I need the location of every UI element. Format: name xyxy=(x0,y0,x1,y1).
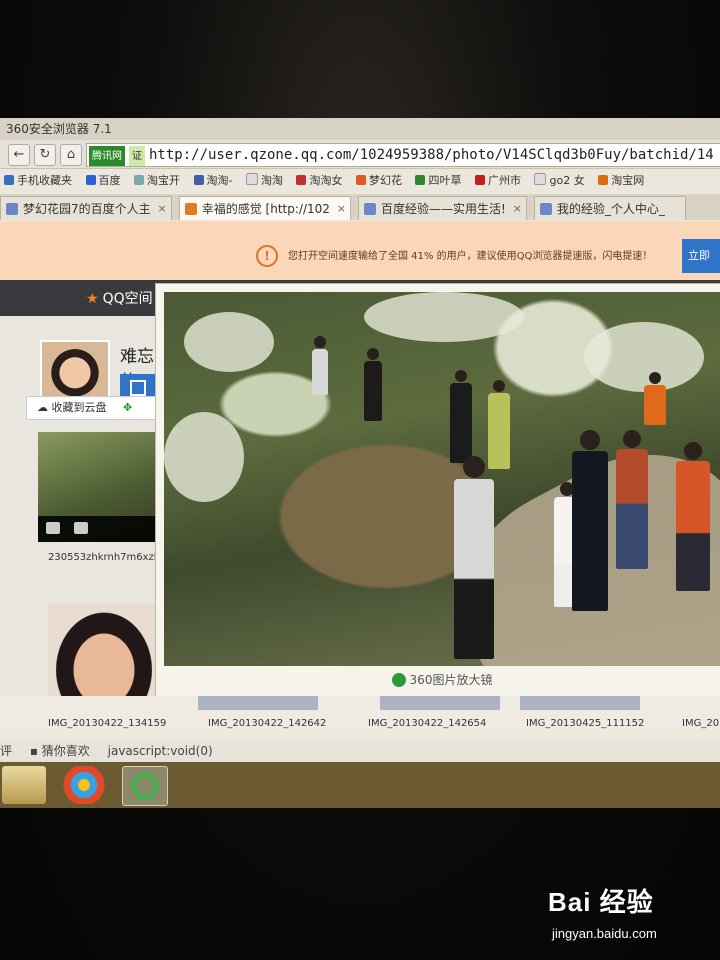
browser-screen: 360安全浏览器 7.1 ← ↻ ⌂ 腾讯网证 http://user.qzone… xyxy=(0,118,720,808)
windows-taskbar xyxy=(0,762,720,808)
save-to-cloud-button[interactable]: ☁ 收藏到云盘 xyxy=(37,401,107,414)
close-icon[interactable]: × xyxy=(157,197,166,220)
avatar[interactable] xyxy=(40,340,110,400)
magnifier-caption: 360图片放大镜 xyxy=(164,666,720,694)
favorite-item[interactable]: 广州市 xyxy=(474,169,521,193)
favorite-item[interactable]: go2 女 xyxy=(534,169,585,193)
tab-page-icon xyxy=(539,203,552,215)
status-left-text: 评 xyxy=(0,744,13,758)
chrome-icon[interactable] xyxy=(62,766,106,804)
person-figure xyxy=(454,456,494,659)
monitor-bezel: 360安全浏览器 7.1 ← ↻ ⌂ 腾讯网证 http://user.qzone… xyxy=(0,0,720,960)
person-figure xyxy=(450,370,472,463)
album-sidebar: 难忘的 ☁ 收藏到云盘 ✥ 230553zhkrnh7m6xzl8 xyxy=(0,316,168,726)
tab-baidu-jingyan[interactable]: 百度经验——实用生活! × xyxy=(358,196,527,220)
cert-tag: 证 xyxy=(129,146,145,166)
navigation-bar: ← ↻ ⌂ 腾讯网证 http://user.qzone.qq.com/10249… xyxy=(0,140,720,169)
expand-icon[interactable]: ✥ xyxy=(123,397,132,419)
strip-thumbnail[interactable] xyxy=(380,696,500,710)
star-icon xyxy=(184,203,197,215)
favorites-bar: 手机收藏夹 百度 淘宝开 淘淘- 淘淘 淘淘女 梦幻花 四叶草 广州市 go2 … xyxy=(0,169,720,193)
image-icon xyxy=(130,380,146,396)
tab-qzone[interactable]: 幸福的感觉 [http://102 × xyxy=(178,196,351,220)
refresh-button[interactable]: ↻ xyxy=(34,144,56,166)
tab-page-icon xyxy=(364,203,376,215)
tab-page-icon xyxy=(6,203,18,215)
thumbnail-actions xyxy=(38,516,160,542)
ie-browser-icon[interactable] xyxy=(122,766,168,806)
strip-thumbnail[interactable] xyxy=(198,696,318,710)
favorite-item[interactable]: 淘淘- xyxy=(193,169,232,193)
person-figure xyxy=(644,372,666,425)
blossom-cluster xyxy=(184,312,274,372)
notice-message: 您打开空间速度输给了全国 41% 的用户，建议使用QQ浏览器提速版，闪电提速！ xyxy=(288,251,653,262)
tab-baidu-personal[interactable]: 梦幻花园7的百度个人主 × xyxy=(0,196,172,220)
thumbnail-strip: IMG_20130422_134159 IMG_20130422_142642 … xyxy=(0,696,720,730)
tab-strip: 梦幻花园7的百度个人主 × 幸福的感觉 [http://102 × 百度经验——实用… xyxy=(0,194,720,220)
browser-title: 360安全浏览器 7.1 xyxy=(6,122,112,136)
strip-filename[interactable]: IMG_20 xyxy=(682,718,719,729)
strip-filename[interactable]: IMG_20130422_134159 xyxy=(48,718,166,729)
person-figure xyxy=(572,430,608,611)
strip-filename[interactable]: IMG_20130422_142654 xyxy=(368,718,486,729)
file-explorer-icon[interactable] xyxy=(2,766,46,804)
favorite-item[interactable]: 淘淘 xyxy=(245,169,283,193)
favorite-item[interactable]: 淘宝网 xyxy=(598,169,644,193)
favorite-item[interactable]: 淘宝开 xyxy=(134,169,180,193)
qzone-logo[interactable]: ★ QQ空间 xyxy=(86,288,153,308)
person-figure xyxy=(364,348,382,421)
blossom-cluster xyxy=(164,412,244,502)
favorite-item[interactable]: 梦幻花 xyxy=(355,169,402,193)
watermark-url: jingyan.baidu.com xyxy=(552,926,657,941)
comment-icon[interactable] xyxy=(74,522,88,534)
favorite-item[interactable]: 百度 xyxy=(85,169,121,193)
strip-filename[interactable]: IMG_20130425_111152 xyxy=(526,718,644,729)
browser-360-icon xyxy=(391,673,406,687)
home-button[interactable]: ⌂ xyxy=(60,144,82,166)
back-button[interactable]: ← xyxy=(8,144,30,166)
person-figure xyxy=(616,430,648,569)
tab-my-jingyan[interactable]: 我的经验_个人中心_ xyxy=(533,196,686,220)
thumbnail-filename: 230553zhkrnh7m6xzl8 xyxy=(48,552,163,563)
address-bar[interactable]: 腾讯网证 http://user.qzone.qq.com/1024959388/… xyxy=(86,143,720,167)
favorite-item[interactable]: 四叶草 xyxy=(415,169,461,193)
favorite-item[interactable]: 手机收藏夹 xyxy=(4,169,72,193)
image-magnifier-popup: 360图片放大镜 xyxy=(156,284,720,696)
like-icon[interactable] xyxy=(46,522,60,534)
person-figure xyxy=(676,442,710,591)
site-tag: 腾讯网 xyxy=(89,146,125,166)
warning-icon: ! xyxy=(256,245,278,267)
notice-cta-button[interactable]: 立即 xyxy=(682,239,720,273)
status-bar: 评 ▪ 猜你喜欢 javascript:void(0) xyxy=(0,740,720,762)
baidu-jingyan-watermark: Bai 经验 jingyan.baidu.com xyxy=(548,882,657,941)
photo-toolbar: ☁ 收藏到云盘 ✥ xyxy=(26,396,168,420)
close-icon[interactable]: × xyxy=(337,197,346,220)
strip-thumbnail[interactable] xyxy=(520,696,640,710)
close-icon[interactable]: × xyxy=(513,197,522,220)
strip-filename[interactable]: IMG_20130422_142642 xyxy=(208,718,326,729)
star-icon: ★ xyxy=(86,291,99,307)
person-figure xyxy=(312,336,328,395)
url-text: http://user.qzone.qq.com/1024959388/phot… xyxy=(149,147,714,163)
favorite-item[interactable]: 淘淘女 xyxy=(296,169,342,193)
enlarged-photo[interactable] xyxy=(164,292,720,666)
status-url: javascript:void(0) xyxy=(107,744,213,758)
blossom-cluster xyxy=(364,292,524,342)
guess-you-like-link[interactable]: ▪ 猜你喜欢 xyxy=(30,744,90,758)
photo-thumbnail-portrait[interactable] xyxy=(48,603,160,711)
watermark-brand: Bai 经验 xyxy=(548,887,654,917)
browser-titlebar: 360安全浏览器 7.1 xyxy=(0,118,720,140)
